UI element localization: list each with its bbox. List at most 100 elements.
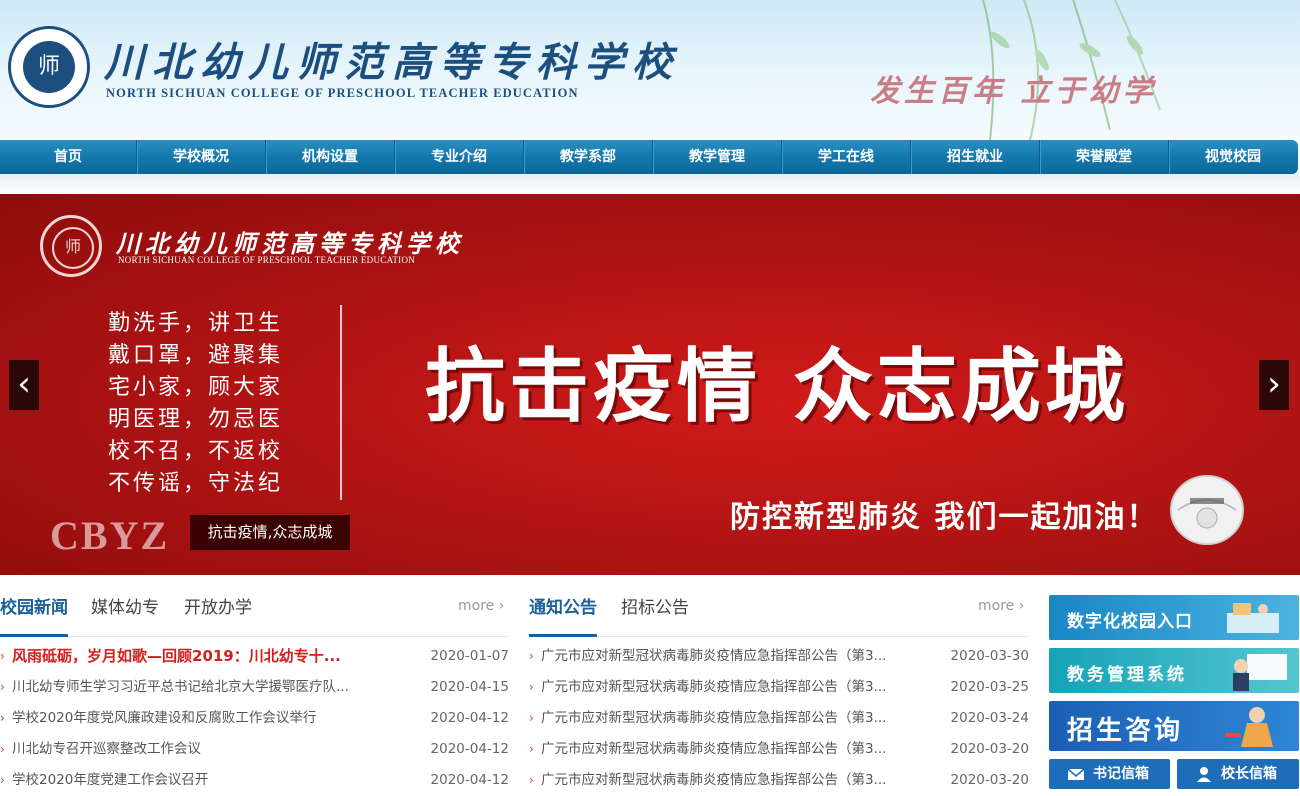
digital-campus-button[interactable]: 数字化校园入口 — [1049, 595, 1299, 640]
president-mailbox-label: 校长信箱 — [1221, 766, 1277, 782]
news-date: 2020-04-15 — [430, 679, 509, 695]
notice-list: › 广元市应对新型冠状病毒肺炎疫情应急指挥部公告（第3... 2020-03-3… — [529, 641, 1029, 796]
poem-line: 勤洗手，讲卫生 — [108, 311, 284, 336]
mail-icon — [1067, 768, 1085, 780]
academic-system-label: 教务管理系统 — [1067, 665, 1187, 685]
notice-date: 2020-03-20 — [950, 772, 1029, 788]
banner-caption[interactable]: 抗击疫情,众志成城 — [190, 515, 350, 550]
bullet-icon: › — [0, 649, 5, 663]
header-slogan: 发生百年 立于幼学 — [870, 74, 1157, 109]
school-name-en: NORTH SICHUAN COLLEGE OF PRESCHOOL TEACH… — [106, 86, 579, 100]
notice-title[interactable]: 广元市应对新型冠状病毒肺炎疫情应急指挥部公告（第3... — [541, 641, 911, 672]
poem-line: 明医理，勿忌医 — [108, 407, 284, 432]
banner-subline: 防控新型肺炎 我们一起加油！ — [730, 500, 1159, 535]
bullet-icon: › — [0, 742, 5, 756]
notice-tabs: 通知公告 招标公告 more › — [529, 596, 1029, 637]
nav-item-faculties[interactable]: 教学系部 — [524, 140, 653, 174]
tab-notices[interactable]: 通知公告 — [529, 596, 597, 637]
nav-item-majors[interactable]: 专业介绍 — [395, 140, 524, 174]
list-item[interactable]: › 广元市应对新型冠状病毒肺炎疫情应急指挥部公告（第3... 2020-03-2… — [529, 672, 1029, 703]
teacher-illustration-icon — [1233, 654, 1287, 691]
notices-more-link[interactable]: more › — [978, 598, 1024, 614]
nav-item-gallery[interactable]: 视觉校园 — [1169, 140, 1297, 174]
digital-campus-label: 数字化校园入口 — [1067, 612, 1193, 632]
bullet-icon: › — [0, 773, 5, 787]
nav-item-departments[interactable]: 机构设置 — [266, 140, 395, 174]
list-item[interactable]: › 学校2020年度党风廉政建设和反腐败工作会议举行 2020-04-12 — [0, 703, 509, 734]
notice-date: 2020-03-20 — [950, 741, 1029, 757]
banner-school-name-en: NORTH SICHUAN COLLEGE OF PRESCHOOL TEACH… — [118, 255, 416, 265]
news-date: 2020-01-07 — [430, 648, 509, 664]
nav-item-admissions[interactable]: 招生就业 — [911, 140, 1040, 174]
admissions-consult-button[interactable]: 招生咨询 — [1049, 701, 1299, 751]
tab-tenders[interactable]: 招标公告 — [621, 596, 689, 634]
banner-seal-icon: 师 — [40, 215, 102, 277]
bullet-icon: › — [0, 680, 5, 694]
banner-divider — [340, 305, 342, 500]
poem-line: 不传谣，守法纪 — [108, 471, 284, 496]
secretary-mailbox-label: 书记信箱 — [1093, 766, 1149, 782]
banner-poem: 勤洗手，讲卫生 戴口罩，避聚集 宅小家，顾大家 明医理，勿忌医 校不召，不返校 … — [108, 308, 298, 500]
academic-system-button[interactable]: 教务管理系统 — [1049, 648, 1299, 693]
bullet-icon: › — [529, 742, 534, 756]
list-item[interactable]: › 川北幼专召开巡察整改工作会议 2020-04-12 — [0, 734, 509, 765]
notice-title[interactable]: 广元市应对新型冠状病毒肺炎疫情应急指挥部公告（第3... — [541, 734, 911, 765]
news-title[interactable]: 川北幼专师生学习习近平总书记给北京大学援鄂医疗队... — [12, 672, 372, 703]
poem-line: 校不召，不返校 — [108, 439, 284, 464]
list-item[interactable]: › 广元市应对新型冠状病毒肺炎疫情应急指挥部公告（第3... 2020-03-2… — [529, 765, 1029, 796]
notice-date: 2020-03-25 — [950, 679, 1029, 695]
nav-item-home[interactable]: 首页 — [0, 140, 137, 174]
carousel-prev-button[interactable]: ‹ — [9, 360, 39, 410]
bullet-icon: › — [529, 649, 534, 663]
nav-shadow — [0, 174, 1300, 194]
news-date: 2020-04-12 — [430, 741, 509, 757]
banner-headline: 抗击疫情 众志成城 — [425, 340, 1129, 433]
bullet-icon: › — [529, 680, 534, 694]
list-item[interactable]: › 风雨砥砺，岁月如歌—回顾2019：川北幼专十... 2020-01-07 — [0, 641, 509, 672]
notice-date: 2020-03-30 — [950, 648, 1029, 664]
main-nav: 首页 学校概况 机构设置 专业介绍 教学系部 教学管理 学工在线 招生就业 荣誉… — [0, 140, 1298, 174]
president-mailbox-button[interactable]: 校长信箱 — [1177, 759, 1299, 789]
admissions-consult-label: 招生咨询 — [1067, 716, 1184, 746]
news-title[interactable]: 学校2020年度党风廉政建设和反腐败工作会议举行 — [12, 703, 372, 734]
news-more-link[interactable]: more › — [458, 598, 504, 614]
news-title[interactable]: 学校2020年度党建工作会议召开 — [12, 765, 372, 796]
notice-title[interactable]: 广元市应对新型冠状病毒肺炎疫情应急指挥部公告（第3... — [541, 672, 911, 703]
news-tabs: 校园新闻 媒体幼专 开放办学 more › — [0, 596, 509, 637]
classroom-illustration-icon — [1227, 603, 1279, 633]
carousel-next-button[interactable]: › — [1259, 360, 1289, 410]
face-mask-icon — [1170, 475, 1244, 545]
chevron-right-icon: › — [1267, 364, 1281, 404]
school-name-cn: 川北幼儿师范高等专科学校 — [104, 39, 680, 86]
list-item[interactable]: › 广元市应对新型冠状病毒肺炎疫情应急指挥部公告（第3... 2020-03-2… — [529, 734, 1029, 765]
tab-campus-news[interactable]: 校园新闻 — [0, 596, 68, 637]
nav-item-student-affairs[interactable]: 学工在线 — [782, 140, 911, 174]
poem-line: 宅小家，顾大家 — [108, 375, 284, 400]
news-date: 2020-04-12 — [430, 772, 509, 788]
nav-item-honors[interactable]: 荣誉殿堂 — [1040, 140, 1169, 174]
nav-item-overview[interactable]: 学校概况 — [137, 140, 266, 174]
list-item[interactable]: › 广元市应对新型冠状病毒肺炎疫情应急指挥部公告（第3... 2020-03-2… — [529, 703, 1029, 734]
notice-title[interactable]: 广元市应对新型冠状病毒肺炎疫情应急指挥部公告（第3... — [541, 703, 911, 734]
news-list: › 风雨砥砺，岁月如歌—回顾2019：川北幼专十... 2020-01-07 ›… — [0, 641, 509, 796]
news-title[interactable]: 风雨砥砺，岁月如歌—回顾2019：川北幼专十... — [12, 641, 372, 672]
secretary-mailbox-button[interactable]: 书记信箱 — [1049, 759, 1170, 789]
user-icon — [1197, 767, 1211, 782]
bullet-icon: › — [529, 711, 534, 725]
list-item[interactable]: › 广元市应对新型冠状病毒肺炎疫情应急指挥部公告（第3... 2020-03-3… — [529, 641, 1029, 672]
chevron-right-icon: › — [1018, 598, 1025, 614]
list-item[interactable]: › 学校2020年度党建工作会议召开 2020-04-12 — [0, 765, 509, 796]
school-seal-icon: 师 — [23, 41, 75, 93]
chevron-left-icon: ‹ — [17, 364, 31, 404]
nav-item-teaching[interactable]: 教学管理 — [653, 140, 782, 174]
tab-media[interactable]: 媒体幼专 — [91, 596, 159, 634]
site-header: 师 川北幼儿师范高等专科学校 NORTH SICHUAN COLLEGE OF … — [0, 0, 1300, 140]
notice-title[interactable]: 广元市应对新型冠状病毒肺炎疫情应急指挥部公告（第3... — [541, 765, 911, 796]
school-logo[interactable]: 师 — [8, 26, 90, 108]
news-title[interactable]: 川北幼专召开巡察整改工作会议 — [12, 734, 372, 765]
list-item[interactable]: › 川北幼专师生学习习近平总书记给北京大学援鄂医疗队... 2020-04-15 — [0, 672, 509, 703]
notice-date: 2020-03-24 — [950, 710, 1029, 726]
bullet-icon: › — [529, 773, 534, 787]
banner-watermark: CBYZ — [50, 513, 170, 558]
tab-open-education[interactable]: 开放办学 — [184, 596, 252, 634]
